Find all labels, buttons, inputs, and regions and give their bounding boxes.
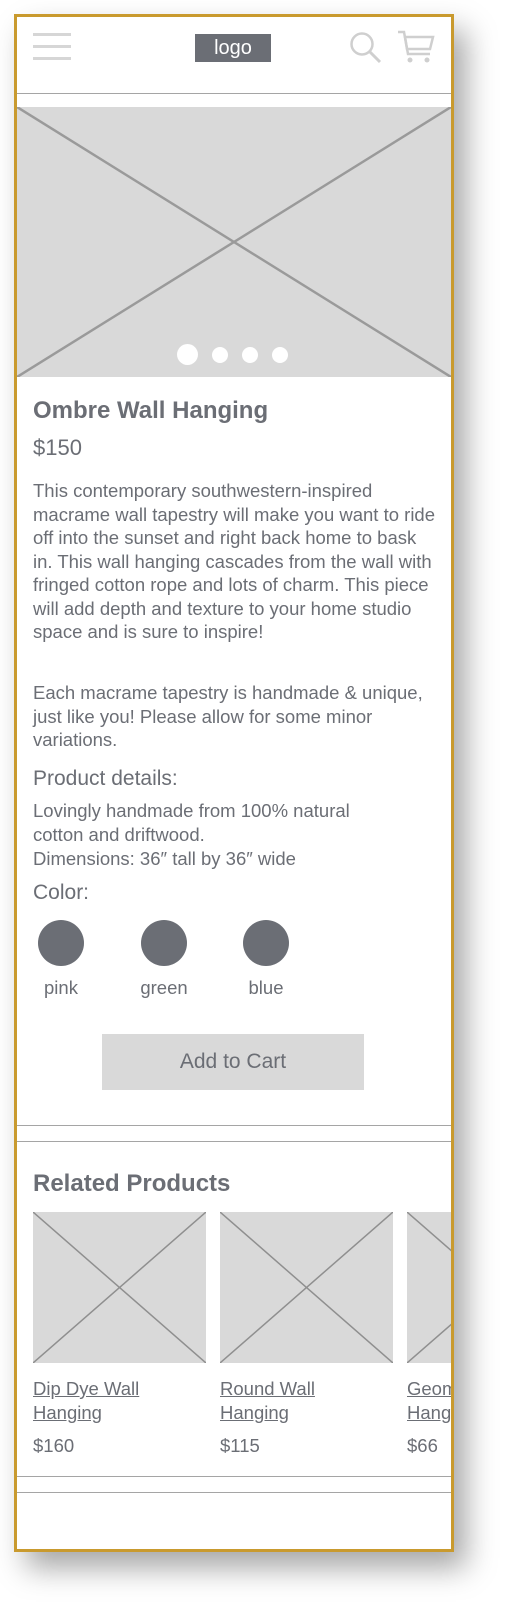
related-product-link[interactable]: Round Wall Hanging [220, 1377, 390, 1425]
divider [17, 93, 451, 94]
logo[interactable]: logo [195, 34, 271, 62]
details-line: Lovingly handmade from 100% natural [33, 800, 350, 821]
related-product-name: Dip Dye Wall [33, 1378, 140, 1399]
related-product-price: $160 [33, 1435, 75, 1456]
related-product-name: Hanging [220, 1402, 289, 1423]
related-product-image[interactable] [407, 1212, 451, 1363]
color-heading: Color: [33, 881, 90, 904]
details-line: cotton and driftwood. [33, 824, 205, 845]
related-product-link[interactable]: Dip Dye Wall Hanging [33, 1377, 203, 1425]
divider [17, 1492, 451, 1493]
carousel-dot[interactable] [242, 346, 258, 363]
image-placeholder-icon [33, 1212, 206, 1363]
product-description-2: Each macrame tapestry is handmade & uniq… [33, 682, 423, 750]
related-product-name: Hanging [407, 1402, 454, 1423]
related-product-name: Hanging [33, 1402, 102, 1423]
product-details-heading: Product details: [33, 767, 178, 790]
color-label-green: green [140, 977, 188, 998]
menu-bar [33, 57, 71, 60]
divider [17, 1141, 451, 1142]
related-products-heading: Related Products [33, 1170, 231, 1197]
color-swatch-blue[interactable] [243, 920, 289, 966]
color-label-blue: blue [248, 977, 284, 998]
product-description: This contemporary southwestern-inspired … [33, 480, 436, 642]
related-product-price: $66 [407, 1435, 438, 1456]
divider [17, 1125, 451, 1126]
product-title: Ombre Wall Hanging [33, 397, 269, 424]
divider [17, 1476, 451, 1477]
carousel-dot[interactable] [177, 344, 198, 365]
color-swatch-green[interactable] [141, 920, 187, 966]
menu-bar [33, 33, 71, 36]
product-image-carousel[interactable] [17, 107, 451, 377]
search-icon[interactable] [349, 31, 383, 65]
related-product-link[interactable]: Geometric Wall Hanging [407, 1377, 454, 1425]
product-price: $150 [33, 435, 82, 460]
image-placeholder-icon [407, 1212, 451, 1363]
details-line: Dimensions: 36″ tall by 36″ wide [33, 848, 296, 869]
related-product-name: Geometric Wall [407, 1378, 454, 1399]
image-placeholder-icon [220, 1212, 393, 1363]
related-product-image[interactable] [220, 1212, 393, 1363]
carousel-dot[interactable] [212, 346, 228, 363]
color-swatch-pink[interactable] [38, 920, 84, 966]
product-details: Lovingly handmade from 100% natural cott… [33, 799, 350, 871]
carousel-dots [177, 344, 302, 365]
related-product-price: $115 [220, 1435, 260, 1456]
hamburger-menu-icon[interactable] [33, 33, 71, 61]
cart-icon[interactable] [397, 30, 435, 64]
add-to-cart-button[interactable]: Add to Cart [102, 1034, 364, 1090]
image-placeholder-icon [17, 107, 451, 377]
related-product-image[interactable] [33, 1212, 206, 1363]
carousel-dot[interactable] [272, 346, 288, 363]
phone-frame: logo Ombre Wall Hanging $150 This contem… [14, 14, 454, 1552]
menu-bar [33, 45, 71, 48]
header: logo [17, 17, 451, 93]
related-product-name: Round Wall [220, 1378, 315, 1399]
color-label-pink: pink [44, 977, 78, 998]
